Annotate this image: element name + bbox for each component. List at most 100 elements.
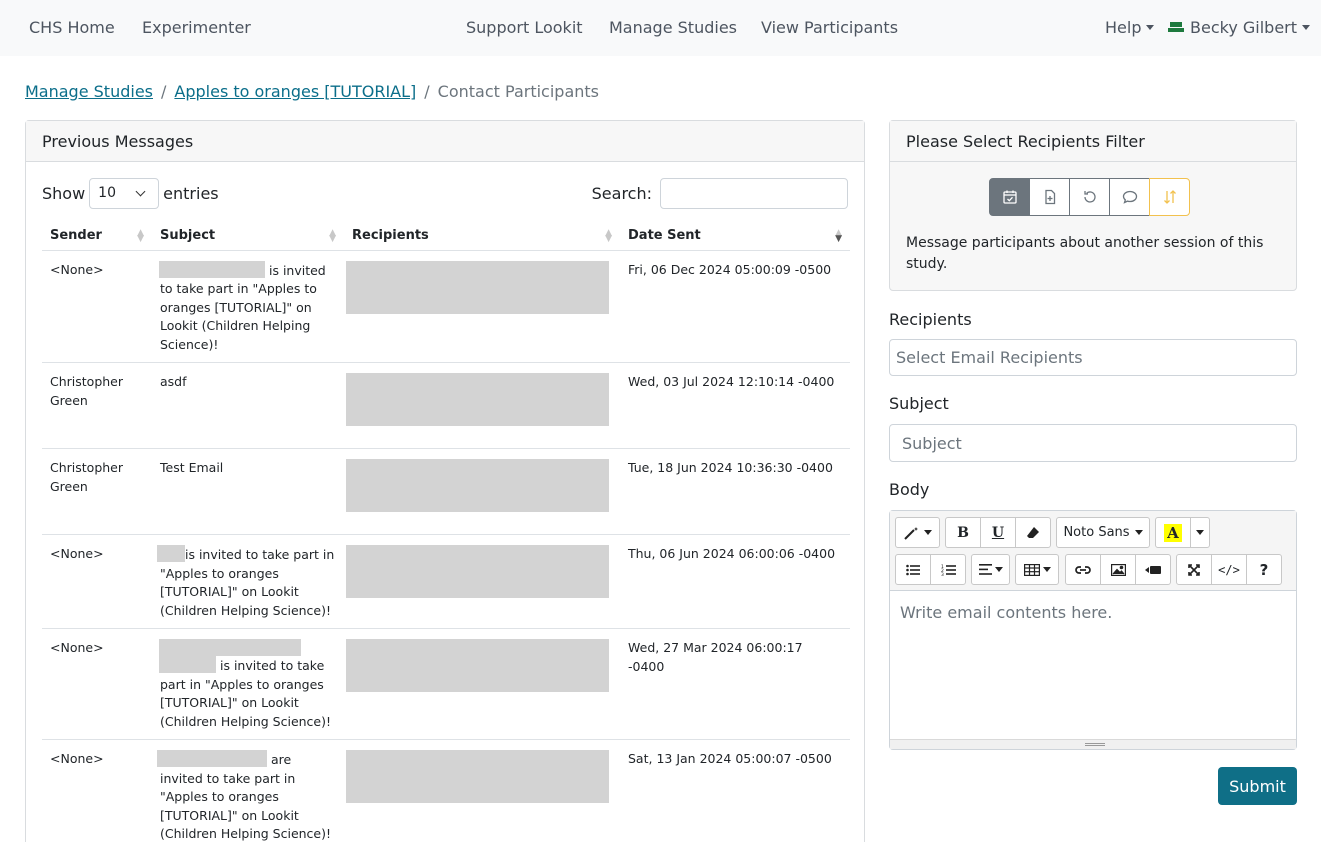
editor-resize-handle[interactable] [890,739,1296,749]
breadcrumb-study[interactable]: Apples to oranges [TUTORIAL] [174,82,416,101]
video-button[interactable] [1135,554,1171,585]
sender-cell: <None> [42,250,152,363]
nav-view-participants[interactable]: View Participants [761,18,898,37]
previous-messages-title: Previous Messages [26,121,864,162]
eraser-icon [1027,526,1039,538]
subject-cell: Test Email [152,448,344,535]
code-view-button[interactable]: </> [1211,554,1247,585]
table-header-row: Sender ▲ ▼ Subject ▲ ▼ Recipients ▲ ▼ Date Sen… [42,221,850,251]
table-row: Christopher Green asdf Wed, 03 Jul 2024 … [42,362,850,449]
subject-cell: is invited to take part in "Apples to or… [152,250,344,363]
filter-next-session-button[interactable] [989,178,1030,216]
font-family-dropdown[interactable]: Noto Sans [1056,517,1150,548]
chevron-down-icon [1146,25,1155,30]
video-icon [1145,565,1161,574]
color-dropdown[interactable] [1190,517,1210,548]
filter-reminder-button[interactable] [1069,178,1110,216]
nav-manage-studies[interactable]: Manage Studies [609,18,737,37]
chevron-down-icon [135,186,146,197]
date-cell: Wed, 03 Jul 2024 12:10:14 -0400 [620,362,850,449]
unordered-list-button[interactable] [895,554,931,585]
refresh-icon [1083,191,1096,203]
redacted-recipients [346,639,609,692]
recipients-filter-card: Please Select Recipients Filter Message … [889,120,1297,291]
sort-icon: ▲ ▼ [605,228,612,244]
recipients-cell [344,448,620,535]
messages-table: Sender ▲ ▼ Subject ▲ ▼ Recipients ▲ ▼ Date Sen… [42,221,850,842]
paragraph-align-button[interactable] [971,554,1010,585]
image-button[interactable] [1100,554,1136,585]
help-button[interactable]: ? [1246,554,1282,585]
nav-chs-home[interactable]: CHS Home [29,18,115,37]
ordered-list-button[interactable]: 123 [930,554,966,585]
date-cell: Fri, 06 Dec 2024 05:00:09 -0500 [620,250,850,363]
filter-transfer-button[interactable] [1149,178,1190,216]
chevron-down-icon [1134,530,1143,535]
recipients-cell [344,250,620,363]
underline-button[interactable]: U [980,517,1016,548]
col-sender[interactable]: Sender ▲ ▼ [42,221,152,251]
redacted-recipients [346,260,609,314]
nav-user-dropdown[interactable]: Becky Gilbert [1168,18,1311,37]
subject-input[interactable]: Subject [889,424,1297,462]
filter-title: Please Select Recipients Filter [890,121,1296,162]
recipients-label: Recipients [889,310,972,329]
editor-toolbar: B U Noto Sans A 123 </> ? [890,511,1296,591]
recipients-select[interactable]: Select Email Recipients [889,339,1297,376]
entries-length-control: Show 10 entries [42,178,219,209]
filter-button-group [989,178,1190,216]
date-cell: Thu, 06 Jun 2024 06:00:06 -0400 [620,534,850,629]
col-recipients[interactable]: Recipients ▲ ▼ [344,221,620,251]
text-color-icon: A [1164,523,1182,542]
link-button[interactable] [1065,554,1101,585]
filter-announcement-button[interactable] [1109,178,1150,216]
email-body-editor[interactable]: Write email contents here. [890,591,1296,634]
sender-cell: <None> [42,534,152,629]
entries-select[interactable]: 10 [89,178,160,209]
breadcrumb-current: Contact Participants [437,82,599,101]
help-label: Help [1105,18,1142,37]
user-name: Becky Gilbert [1190,18,1298,37]
underline-icon: U [991,524,1005,541]
fullscreen-button[interactable] [1176,554,1212,585]
redacted-name [159,639,301,656]
style-button[interactable] [895,517,940,548]
nav-experimenter[interactable]: Experimenter [142,18,251,37]
nav-support-lookit[interactable]: Support Lookit [466,18,583,37]
table-row: <None> are invited to take part in "Appl… [42,739,850,842]
submit-button[interactable]: Submit [1218,767,1297,805]
table-row: <None> is invited to take part in "Apple… [42,534,850,629]
col-subject[interactable]: Subject ▲ ▼ [152,221,344,251]
chevron-down-icon [923,530,932,535]
clear-format-button[interactable] [1015,517,1051,548]
breadcrumb-manage-studies[interactable]: Manage Studies [25,82,153,101]
filter-description: Message participants about another sessi… [906,235,1264,272]
link-icon [1075,565,1091,574]
sender-cell: <None> [42,628,152,740]
color-button[interactable]: A [1155,517,1191,548]
search-input[interactable] [660,178,848,209]
bold-icon: B [957,524,969,541]
redacted-name [157,750,267,767]
breadcrumb-separator: / [161,82,167,101]
align-left-icon [978,564,992,575]
redacted-recipients [346,545,609,598]
body-label: Body [889,480,930,499]
fullscreen-icon [1188,563,1200,576]
recipients-cell [344,628,620,740]
table-button[interactable] [1015,554,1059,585]
redacted-recipients [346,373,609,426]
subject-cell: is invited to take part in "Apples to or… [152,628,344,740]
table-icon [1023,563,1040,576]
col-date-sent[interactable]: Date Sent ▲ ▼ [620,221,850,251]
nav-help-dropdown[interactable]: Help [1105,18,1155,37]
date-cell: Sat, 13 Jan 2024 05:00:07 -0500 [620,739,850,842]
previous-messages-card: Previous Messages Show 10 entries Search… [25,120,865,842]
show-label: Show [42,184,86,203]
subject-cell: are invited to take part in "Apples to o… [152,739,344,842]
bold-button[interactable]: B [945,517,981,548]
recipients-cell [344,362,620,449]
filter-new-study-button[interactable] [1029,178,1070,216]
chevron-down-icon [994,567,1003,572]
top-navbar: CHS Home Experimenter Support Lookit Man… [0,0,1321,56]
